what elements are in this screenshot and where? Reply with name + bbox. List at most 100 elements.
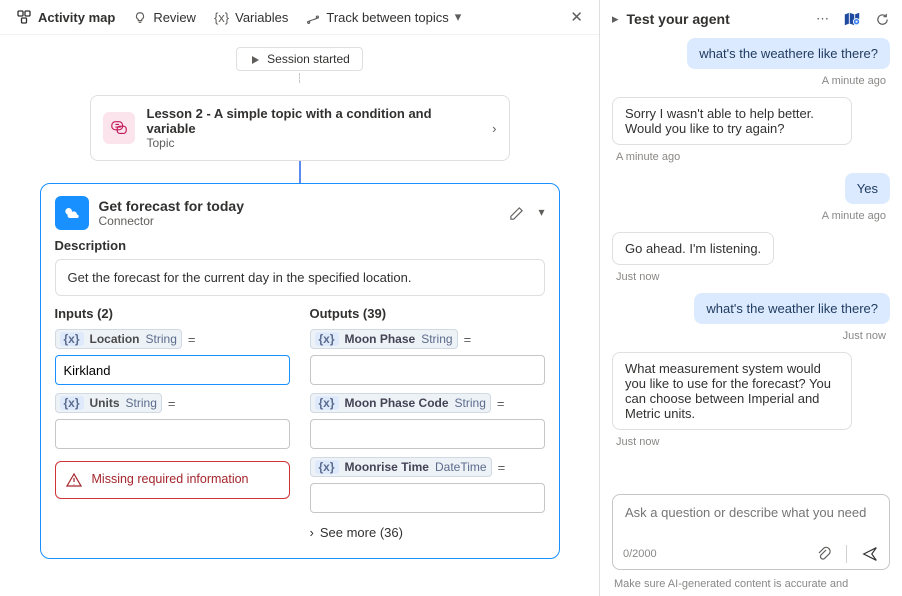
var-type: String bbox=[146, 332, 177, 346]
play-icon bbox=[249, 52, 261, 66]
var-type: DateTime bbox=[435, 460, 487, 474]
timestamp: A minute ago bbox=[616, 151, 680, 163]
edit-icon[interactable] bbox=[509, 205, 524, 221]
connector-subtitle: Connector bbox=[99, 214, 244, 228]
close-button[interactable]: ✕ bbox=[570, 8, 583, 26]
tab-label: Review bbox=[153, 10, 196, 25]
description-text: Get the forecast for the current day in … bbox=[55, 259, 545, 296]
map-node-icon bbox=[16, 9, 32, 26]
collapse-icon[interactable]: ▸ bbox=[612, 11, 619, 27]
error-text: Missing required information bbox=[92, 472, 249, 486]
equals-glyph: = bbox=[498, 460, 506, 475]
session-start-node[interactable]: Session started bbox=[236, 47, 363, 71]
units-input[interactable] bbox=[55, 419, 290, 449]
chat-message-bot: Go ahead. I'm listening. bbox=[612, 232, 774, 265]
location-input[interactable] bbox=[55, 355, 290, 385]
chat-log[interactable]: what's the weathere like there? A minute… bbox=[600, 38, 902, 488]
var-type: String bbox=[421, 332, 452, 346]
chat-textarea[interactable] bbox=[623, 503, 879, 539]
chat-message-user: what's the weathere like there? bbox=[687, 38, 890, 69]
chevron-down-icon: ▾ bbox=[455, 9, 462, 25]
var-name: Location bbox=[90, 332, 140, 346]
var-name: Moon Phase bbox=[345, 332, 416, 346]
timestamp: Just now bbox=[616, 271, 659, 283]
input-var-location[interactable]: {x} Location String bbox=[55, 329, 182, 349]
output-value[interactable] bbox=[310, 419, 545, 449]
equals-glyph: = bbox=[464, 332, 472, 347]
canvas[interactable]: Session started Lesson 2 - A simple topi… bbox=[0, 35, 599, 596]
lightbulb-icon bbox=[133, 9, 147, 25]
connector-title: Get forecast for today bbox=[99, 198, 244, 214]
chat-message-user: Yes bbox=[845, 173, 890, 204]
variable-glyph-icon: {x} bbox=[315, 332, 339, 346]
tab-review[interactable]: Review bbox=[133, 9, 196, 25]
more-icon[interactable]: ⋯ bbox=[816, 11, 829, 27]
route-icon bbox=[306, 9, 320, 25]
inputs-column: Inputs (2) {x} Location String = {x} bbox=[55, 306, 290, 540]
warning-icon bbox=[66, 472, 82, 488]
var-type: String bbox=[455, 396, 486, 410]
variable-glyph-icon: {x} bbox=[315, 460, 339, 474]
chat-input[interactable]: 0/2000 bbox=[612, 494, 890, 570]
attach-icon[interactable] bbox=[816, 546, 832, 563]
tab-variables[interactable]: {x} Variables bbox=[214, 10, 288, 25]
activity-map-pane: Activity map Review {x} Variables Track … bbox=[0, 0, 600, 596]
toolbar: Activity map Review {x} Variables Track … bbox=[0, 0, 599, 35]
var-name: Units bbox=[90, 396, 120, 410]
tab-track[interactable]: Track between topics ▾ bbox=[306, 9, 461, 25]
variable-glyph-icon: {x} bbox=[60, 396, 84, 410]
output-var-moon-phase[interactable]: {x} Moon Phase String bbox=[310, 329, 458, 349]
chat-message-bot: What measurement system would you like t… bbox=[612, 352, 852, 430]
node-actions: ▾ bbox=[509, 205, 544, 221]
braces-icon: {x} bbox=[214, 10, 229, 25]
chevron-right-icon: › bbox=[492, 121, 496, 136]
tab-label: Track between topics bbox=[326, 10, 448, 25]
send-icon[interactable] bbox=[861, 545, 879, 563]
chevron-down-icon[interactable]: ▾ bbox=[538, 205, 544, 221]
test-agent-panel: ▸ Test your agent ⋯ what's the weathere … bbox=[600, 0, 902, 596]
topic-node[interactable]: Lesson 2 - A simple topic with a conditi… bbox=[90, 95, 510, 161]
topic-title: Lesson 2 - A simple topic with a conditi… bbox=[147, 106, 481, 136]
var-name: Moon Phase Code bbox=[345, 396, 449, 410]
timestamp: Just now bbox=[616, 436, 659, 448]
output-value[interactable] bbox=[310, 355, 545, 385]
inputs-header: Inputs (2) bbox=[55, 306, 290, 321]
outputs-column: Outputs (39) {x} Moon Phase String = {x} bbox=[310, 306, 545, 540]
description-label: Description bbox=[55, 238, 545, 253]
output-var-moonrise-time[interactable]: {x} Moonrise Time DateTime bbox=[310, 457, 492, 477]
timestamp: Just now bbox=[843, 330, 886, 342]
disclaimer: Make sure AI-generated content is accura… bbox=[600, 576, 902, 596]
session-label: Session started bbox=[267, 52, 350, 66]
variable-glyph-icon: {x} bbox=[60, 332, 84, 346]
connector-node[interactable]: Get forecast for today Connector ▾ Descr… bbox=[40, 183, 560, 559]
weather-icon bbox=[55, 196, 89, 230]
output-value[interactable] bbox=[310, 483, 545, 513]
topic-subtitle: Topic bbox=[147, 136, 481, 150]
validation-error: Missing required information bbox=[55, 461, 290, 499]
outputs-header: Outputs (39) bbox=[310, 306, 545, 321]
chat-message-bot: Sorry I wasn't able to help better. Woul… bbox=[612, 97, 852, 145]
chat-icon bbox=[103, 112, 135, 144]
timestamp: A minute ago bbox=[822, 75, 886, 87]
equals-glyph: = bbox=[168, 396, 176, 411]
output-var-moon-phase-code[interactable]: {x} Moon Phase Code String bbox=[310, 393, 491, 413]
test-header: ▸ Test your agent ⋯ bbox=[600, 0, 902, 38]
chevron-right-icon: › bbox=[310, 525, 314, 540]
input-var-units[interactable]: {x} Units String bbox=[55, 393, 162, 413]
refresh-icon[interactable] bbox=[875, 11, 890, 27]
var-name: Moonrise Time bbox=[345, 460, 429, 474]
see-more-button[interactable]: › See more (36) bbox=[310, 525, 545, 540]
var-type: String bbox=[126, 396, 157, 410]
char-count: 0/2000 bbox=[623, 548, 657, 560]
topic-text: Lesson 2 - A simple topic with a conditi… bbox=[147, 106, 481, 150]
see-more-label: See more (36) bbox=[320, 525, 403, 540]
equals-glyph: = bbox=[188, 332, 196, 347]
variable-glyph-icon: {x} bbox=[315, 396, 339, 410]
equals-glyph: = bbox=[497, 396, 505, 411]
timestamp: A minute ago bbox=[822, 210, 886, 222]
chat-message-user: what's the weather like there? bbox=[694, 293, 890, 324]
map-icon[interactable] bbox=[843, 10, 861, 28]
tab-label: Variables bbox=[235, 10, 288, 25]
tab-label: Activity map bbox=[38, 10, 115, 25]
tab-activity-map[interactable]: Activity map bbox=[16, 9, 115, 26]
